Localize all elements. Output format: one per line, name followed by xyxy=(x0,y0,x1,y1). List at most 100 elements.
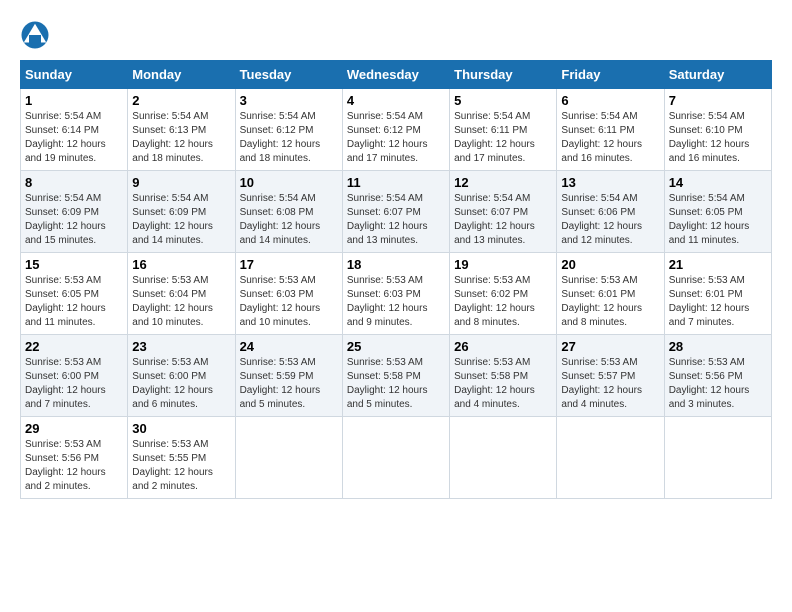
day-number: 24 xyxy=(240,339,338,354)
day-cell: 2 Sunrise: 5:54 AMSunset: 6:13 PMDayligh… xyxy=(128,89,235,171)
day-info: Sunrise: 5:54 AMSunset: 6:09 PMDaylight:… xyxy=(25,193,106,246)
day-number: 22 xyxy=(25,339,123,354)
day-number: 9 xyxy=(132,175,230,190)
day-cell xyxy=(235,417,342,499)
day-cell: 19 Sunrise: 5:53 AMSunset: 6:02 PMDaylig… xyxy=(450,253,557,335)
day-number: 16 xyxy=(132,257,230,272)
day-number: 20 xyxy=(561,257,659,272)
day-number: 17 xyxy=(240,257,338,272)
day-info: Sunrise: 5:54 AMSunset: 6:05 PMDaylight:… xyxy=(669,193,750,246)
day-number: 14 xyxy=(669,175,767,190)
day-info: Sunrise: 5:53 AMSunset: 6:03 PMDaylight:… xyxy=(347,275,428,328)
day-cell: 28 Sunrise: 5:53 AMSunset: 5:56 PMDaylig… xyxy=(664,335,771,417)
day-number: 18 xyxy=(347,257,445,272)
day-cell: 9 Sunrise: 5:54 AMSunset: 6:09 PMDayligh… xyxy=(128,171,235,253)
day-cell xyxy=(450,417,557,499)
day-info: Sunrise: 5:53 AMSunset: 5:55 PMDaylight:… xyxy=(132,439,213,492)
day-number: 10 xyxy=(240,175,338,190)
day-cell: 21 Sunrise: 5:53 AMSunset: 6:01 PMDaylig… xyxy=(664,253,771,335)
day-info: Sunrise: 5:53 AMSunset: 6:05 PMDaylight:… xyxy=(25,275,106,328)
day-info: Sunrise: 5:53 AMSunset: 6:02 PMDaylight:… xyxy=(454,275,535,328)
day-info: Sunrise: 5:53 AMSunset: 5:58 PMDaylight:… xyxy=(454,357,535,410)
day-info: Sunrise: 5:54 AMSunset: 6:13 PMDaylight:… xyxy=(132,111,213,164)
day-info: Sunrise: 5:53 AMSunset: 5:56 PMDaylight:… xyxy=(669,357,750,410)
day-cell: 20 Sunrise: 5:53 AMSunset: 6:01 PMDaylig… xyxy=(557,253,664,335)
day-cell: 29 Sunrise: 5:53 AMSunset: 5:56 PMDaylig… xyxy=(21,417,128,499)
week-row-4: 22 Sunrise: 5:53 AMSunset: 6:00 PMDaylig… xyxy=(21,335,772,417)
day-info: Sunrise: 5:54 AMSunset: 6:12 PMDaylight:… xyxy=(240,111,321,164)
day-info: Sunrise: 5:53 AMSunset: 6:03 PMDaylight:… xyxy=(240,275,321,328)
day-number: 28 xyxy=(669,339,767,354)
week-row-2: 8 Sunrise: 5:54 AMSunset: 6:09 PMDayligh… xyxy=(21,171,772,253)
day-cell: 25 Sunrise: 5:53 AMSunset: 5:58 PMDaylig… xyxy=(342,335,449,417)
day-cell: 5 Sunrise: 5:54 AMSunset: 6:11 PMDayligh… xyxy=(450,89,557,171)
day-cell: 16 Sunrise: 5:53 AMSunset: 6:04 PMDaylig… xyxy=(128,253,235,335)
day-cell: 6 Sunrise: 5:54 AMSunset: 6:11 PMDayligh… xyxy=(557,89,664,171)
header-saturday: Saturday xyxy=(664,61,771,89)
day-number: 2 xyxy=(132,93,230,108)
day-number: 29 xyxy=(25,421,123,436)
day-number: 6 xyxy=(561,93,659,108)
day-cell xyxy=(664,417,771,499)
day-cell: 26 Sunrise: 5:53 AMSunset: 5:58 PMDaylig… xyxy=(450,335,557,417)
page-header xyxy=(20,20,772,50)
day-info: Sunrise: 5:54 AMSunset: 6:06 PMDaylight:… xyxy=(561,193,642,246)
day-cell: 4 Sunrise: 5:54 AMSunset: 6:12 PMDayligh… xyxy=(342,89,449,171)
calendar-table: SundayMondayTuesdayWednesdayThursdayFrid… xyxy=(20,60,772,499)
day-cell: 13 Sunrise: 5:54 AMSunset: 6:06 PMDaylig… xyxy=(557,171,664,253)
day-info: Sunrise: 5:53 AMSunset: 6:00 PMDaylight:… xyxy=(132,357,213,410)
logo-icon xyxy=(20,20,50,50)
day-number: 23 xyxy=(132,339,230,354)
day-cell: 12 Sunrise: 5:54 AMSunset: 6:07 PMDaylig… xyxy=(450,171,557,253)
day-cell: 30 Sunrise: 5:53 AMSunset: 5:55 PMDaylig… xyxy=(128,417,235,499)
header-monday: Monday xyxy=(128,61,235,89)
day-number: 8 xyxy=(25,175,123,190)
week-row-3: 15 Sunrise: 5:53 AMSunset: 6:05 PMDaylig… xyxy=(21,253,772,335)
day-number: 19 xyxy=(454,257,552,272)
day-info: Sunrise: 5:54 AMSunset: 6:10 PMDaylight:… xyxy=(669,111,750,164)
day-number: 7 xyxy=(669,93,767,108)
day-cell: 11 Sunrise: 5:54 AMSunset: 6:07 PMDaylig… xyxy=(342,171,449,253)
day-info: Sunrise: 5:53 AMSunset: 6:00 PMDaylight:… xyxy=(25,357,106,410)
day-cell: 22 Sunrise: 5:53 AMSunset: 6:00 PMDaylig… xyxy=(21,335,128,417)
day-cell: 24 Sunrise: 5:53 AMSunset: 5:59 PMDaylig… xyxy=(235,335,342,417)
day-info: Sunrise: 5:54 AMSunset: 6:12 PMDaylight:… xyxy=(347,111,428,164)
day-info: Sunrise: 5:54 AMSunset: 6:11 PMDaylight:… xyxy=(454,111,535,164)
week-row-5: 29 Sunrise: 5:53 AMSunset: 5:56 PMDaylig… xyxy=(21,417,772,499)
header-thursday: Thursday xyxy=(450,61,557,89)
day-cell: 18 Sunrise: 5:53 AMSunset: 6:03 PMDaylig… xyxy=(342,253,449,335)
day-number: 12 xyxy=(454,175,552,190)
day-number: 11 xyxy=(347,175,445,190)
day-info: Sunrise: 5:53 AMSunset: 6:01 PMDaylight:… xyxy=(561,275,642,328)
header-wednesday: Wednesday xyxy=(342,61,449,89)
day-info: Sunrise: 5:53 AMSunset: 6:01 PMDaylight:… xyxy=(669,275,750,328)
day-cell: 17 Sunrise: 5:53 AMSunset: 6:03 PMDaylig… xyxy=(235,253,342,335)
day-number: 26 xyxy=(454,339,552,354)
day-info: Sunrise: 5:54 AMSunset: 6:07 PMDaylight:… xyxy=(454,193,535,246)
day-number: 30 xyxy=(132,421,230,436)
day-info: Sunrise: 5:53 AMSunset: 5:57 PMDaylight:… xyxy=(561,357,642,410)
day-info: Sunrise: 5:54 AMSunset: 6:09 PMDaylight:… xyxy=(132,193,213,246)
day-cell: 27 Sunrise: 5:53 AMSunset: 5:57 PMDaylig… xyxy=(557,335,664,417)
day-number: 21 xyxy=(669,257,767,272)
header-sunday: Sunday xyxy=(21,61,128,89)
day-cell: 3 Sunrise: 5:54 AMSunset: 6:12 PMDayligh… xyxy=(235,89,342,171)
day-cell: 23 Sunrise: 5:53 AMSunset: 6:00 PMDaylig… xyxy=(128,335,235,417)
calendar-header-row: SundayMondayTuesdayWednesdayThursdayFrid… xyxy=(21,61,772,89)
day-cell: 15 Sunrise: 5:53 AMSunset: 6:05 PMDaylig… xyxy=(21,253,128,335)
day-cell: 10 Sunrise: 5:54 AMSunset: 6:08 PMDaylig… xyxy=(235,171,342,253)
day-info: Sunrise: 5:53 AMSunset: 6:04 PMDaylight:… xyxy=(132,275,213,328)
header-friday: Friday xyxy=(557,61,664,89)
day-number: 1 xyxy=(25,93,123,108)
day-number: 15 xyxy=(25,257,123,272)
day-info: Sunrise: 5:54 AMSunset: 6:14 PMDaylight:… xyxy=(25,111,106,164)
header-tuesday: Tuesday xyxy=(235,61,342,89)
day-info: Sunrise: 5:54 AMSunset: 6:11 PMDaylight:… xyxy=(561,111,642,164)
week-row-1: 1 Sunrise: 5:54 AMSunset: 6:14 PMDayligh… xyxy=(21,89,772,171)
day-number: 4 xyxy=(347,93,445,108)
day-cell xyxy=(342,417,449,499)
day-info: Sunrise: 5:53 AMSunset: 5:56 PMDaylight:… xyxy=(25,439,106,492)
day-cell: 7 Sunrise: 5:54 AMSunset: 6:10 PMDayligh… xyxy=(664,89,771,171)
day-number: 27 xyxy=(561,339,659,354)
day-cell: 14 Sunrise: 5:54 AMSunset: 6:05 PMDaylig… xyxy=(664,171,771,253)
